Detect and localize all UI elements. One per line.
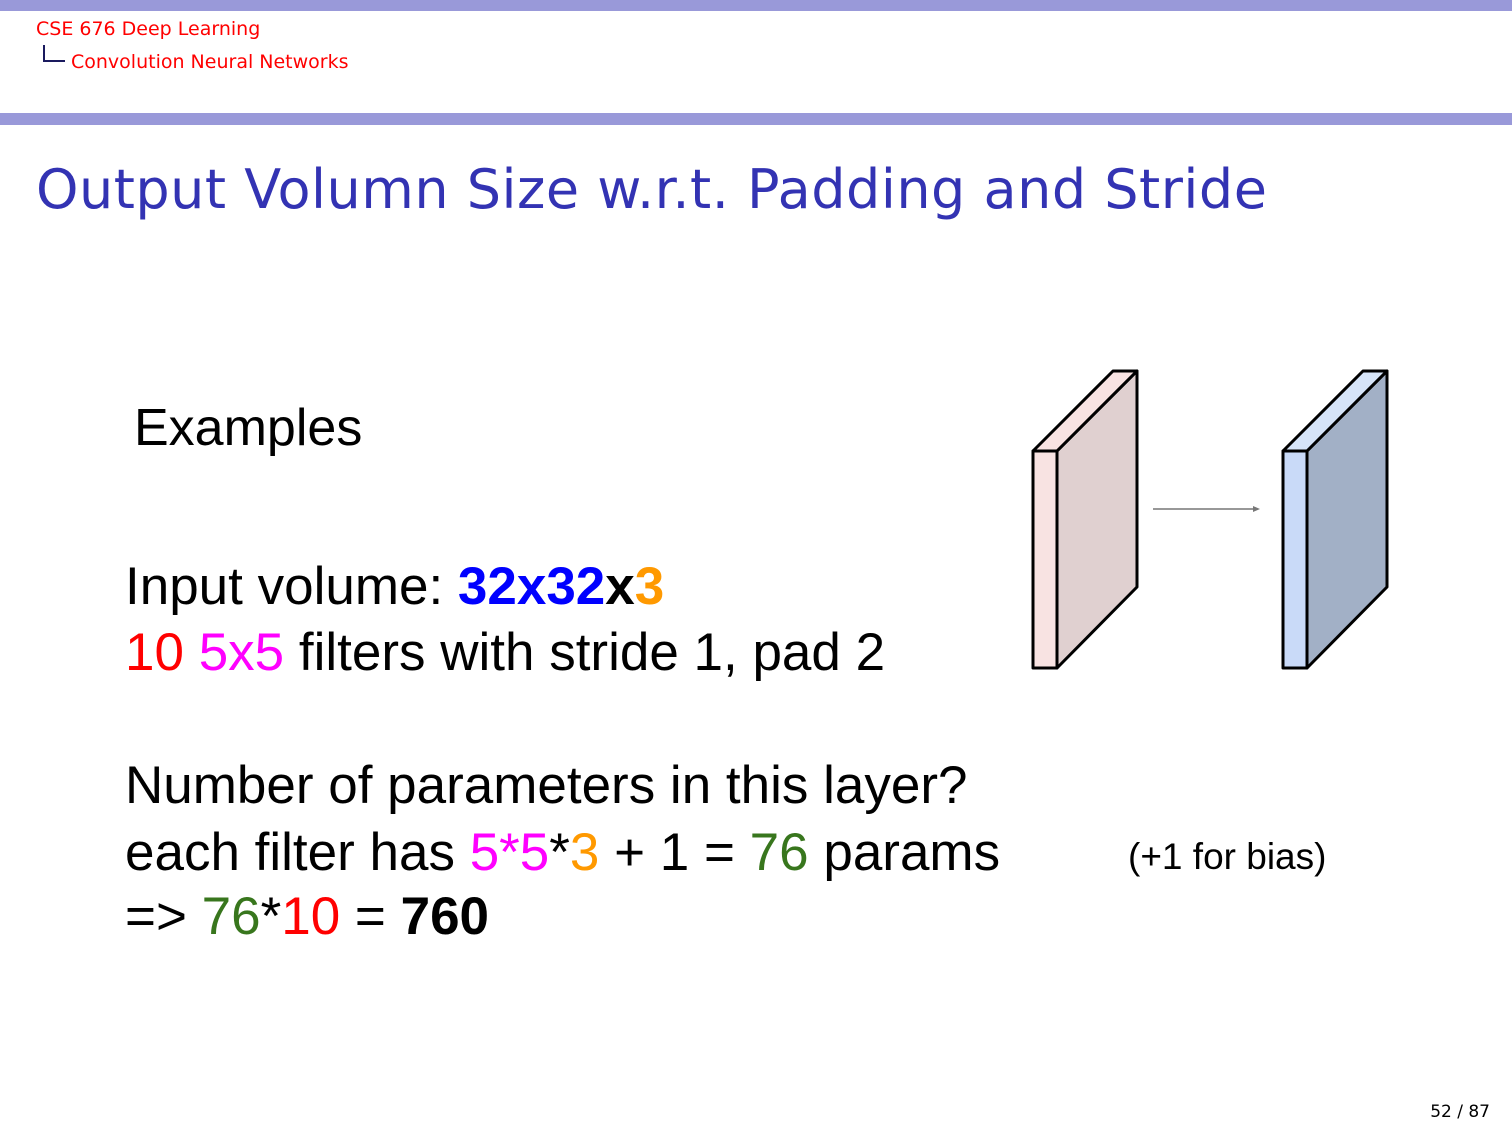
- output-volume: [1281, 369, 1389, 670]
- input-volume-front: [1031, 449, 1059, 670]
- page-number: 52 / 87: [1430, 1102, 1490, 1122]
- output-volume-front: [1281, 449, 1309, 670]
- input-volume: [1031, 369, 1139, 670]
- arrow: [1153, 506, 1260, 512]
- volume-diagram: [1031, 369, 1389, 670]
- arrow-head-icon: [1253, 506, 1260, 512]
